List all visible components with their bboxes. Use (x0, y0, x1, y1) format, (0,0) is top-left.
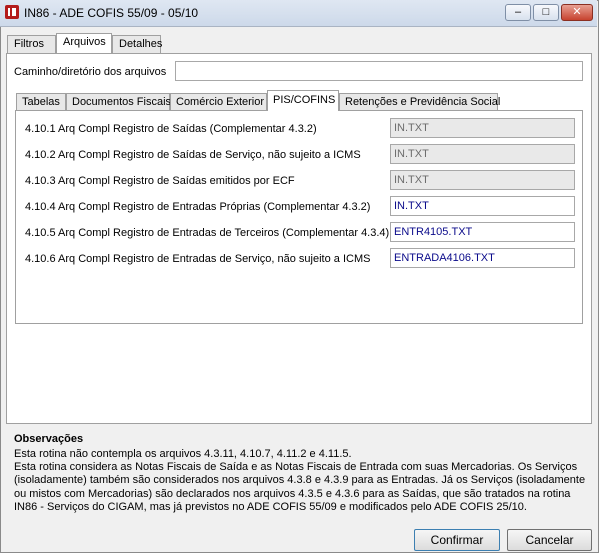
subtab-documentos-fiscais[interactable]: Documentos Fiscais (66, 93, 171, 110)
observation-line: Esta rotina considera as Notas Fiscais d… (14, 461, 578, 473)
observation-line: IN86 - Serviços do CIGAM, mas já previst… (14, 501, 527, 513)
row-label-4-10-1: 4.10.1 Arq Compl Registro de Saídas (Com… (25, 123, 317, 135)
cancel-button[interactable]: Cancelar (507, 529, 592, 551)
path-input[interactable] (175, 61, 583, 81)
file-input-4-10-5[interactable] (390, 222, 575, 242)
app-logo-icon (5, 5, 19, 19)
subtab-tabelas[interactable]: Tabelas (16, 93, 66, 110)
window-title: IN86 - ADE COFIS 55/09 - 05/10 (24, 6, 199, 20)
observations-title: Observações (14, 433, 84, 445)
tab-panel-pis-cofins (15, 110, 583, 324)
row-label-4-10-4: 4.10.4 Arq Compl Registro de Entradas Pr… (25, 201, 371, 213)
file-input-4-10-3[interactable] (390, 170, 575, 190)
row-label-4-10-3: 4.10.3 Arq Compl Registro de Saídas emit… (25, 175, 295, 187)
observation-line: ou mistos com Mercadorias) são declarado… (14, 488, 571, 500)
path-label: Caminho/diretório dos arquivos (14, 66, 167, 78)
close-button[interactable]: ✕ (561, 4, 593, 21)
row-label-4-10-2: 4.10.2 Arq Compl Registro de Saídas de S… (25, 149, 361, 161)
file-input-4-10-6[interactable] (390, 248, 575, 268)
confirm-button[interactable]: Confirmar (414, 529, 500, 551)
observation-line: Esta rotina não contempla os arquivos 4.… (14, 448, 352, 460)
subtab-comercio-exterior[interactable]: Comércio Exterior (170, 93, 267, 110)
file-input-4-10-4[interactable] (390, 196, 575, 216)
observation-line: (isoladamente) também são considerados n… (14, 474, 586, 486)
tab-arquivos[interactable]: Arquivos (56, 33, 112, 53)
minimize-button[interactable]: – (505, 4, 531, 21)
tab-detalhes[interactable]: Detalhes (112, 35, 162, 53)
subtab-retencoes[interactable]: Retenções e Previdência Social (339, 93, 500, 110)
row-label-4-10-6: 4.10.6 Arq Compl Registro de Entradas de… (25, 253, 371, 265)
file-input-4-10-1[interactable] (390, 118, 575, 138)
title-bar: IN86 - ADE COFIS 55/09 - 05/10 – □ ✕ (0, 0, 597, 27)
maximize-button[interactable]: □ (533, 4, 559, 21)
row-label-4-10-5: 4.10.5 Arq Compl Registro de Entradas de… (25, 227, 390, 239)
tab-filtros[interactable]: Filtros (7, 35, 56, 53)
file-input-4-10-2[interactable] (390, 144, 575, 164)
subtab-pis-cofins[interactable]: PIS/COFINS (267, 90, 339, 111)
